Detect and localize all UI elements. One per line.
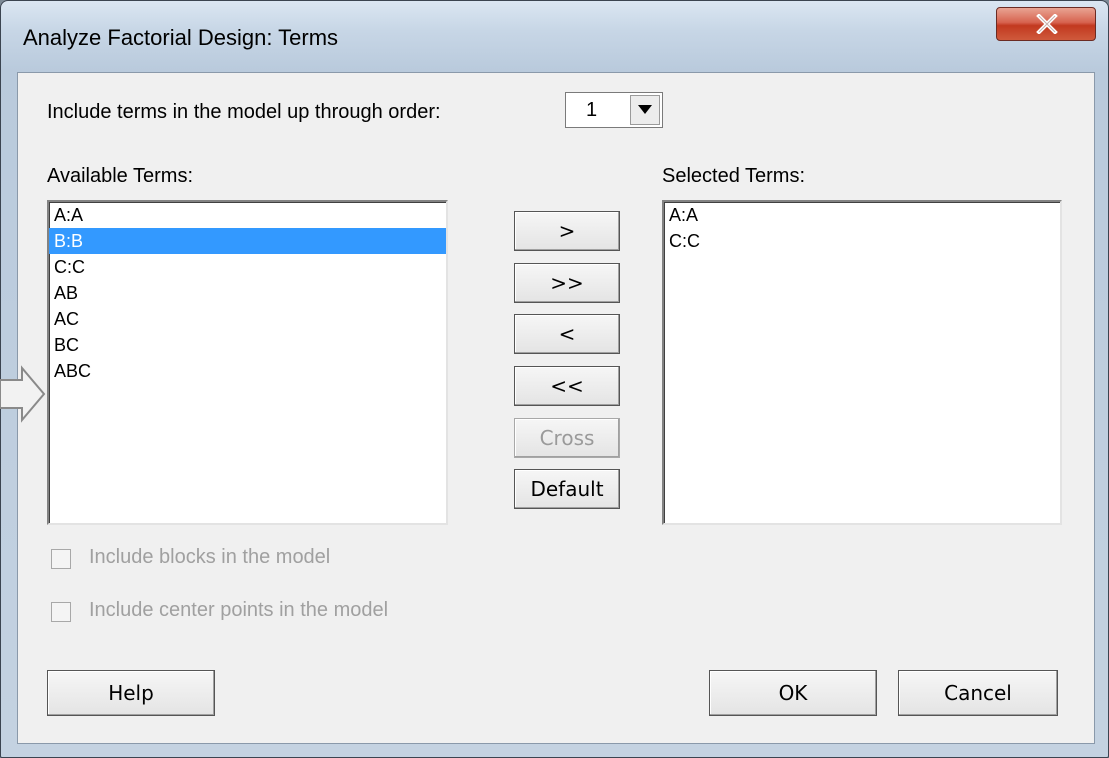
- default-button[interactable]: Default: [514, 469, 620, 509]
- list-item-selected[interactable]: B:B: [49, 228, 446, 254]
- selected-terms-list[interactable]: A:A C:C: [662, 200, 1062, 525]
- ok-button[interactable]: OK: [709, 670, 877, 716]
- include-center-points-checkbox[interactable]: [51, 602, 71, 622]
- available-terms-label: Available Terms:: [47, 165, 193, 187]
- close-button[interactable]: [996, 7, 1096, 41]
- list-item[interactable]: C:C: [49, 254, 446, 280]
- window-title: Analyze Factorial Design: Terms: [23, 25, 339, 50]
- help-button[interactable]: Help: [47, 670, 215, 716]
- order-value: 1: [586, 99, 598, 121]
- order-label: Include terms in the model up through or…: [47, 101, 441, 123]
- close-icon: [1036, 14, 1058, 34]
- order-dropdown-button[interactable]: [630, 95, 660, 125]
- include-center-points-label: Include center points in the model: [89, 599, 389, 621]
- list-item[interactable]: BC: [49, 332, 446, 358]
- title-bar[interactable]: Analyze Factorial Design: Terms: [1, 1, 1108, 71]
- list-item[interactable]: A:A: [49, 202, 446, 228]
- cross-button[interactable]: Cross: [514, 418, 620, 458]
- list-item[interactable]: C:C: [664, 228, 1060, 254]
- order-dropdown[interactable]: 1: [565, 92, 663, 128]
- chevron-down-icon: [638, 105, 652, 114]
- list-item[interactable]: ABC: [49, 358, 446, 384]
- remove-term-button[interactable]: <: [514, 314, 620, 354]
- include-blocks-checkbox[interactable]: [51, 549, 71, 569]
- available-terms-list[interactable]: A:A B:B C:C AB AC BC ABC: [47, 200, 448, 525]
- add-all-terms-button[interactable]: >>: [514, 263, 620, 303]
- list-item[interactable]: AB: [49, 280, 446, 306]
- list-item[interactable]: A:A: [664, 202, 1060, 228]
- include-blocks-label: Include blocks in the model: [89, 546, 331, 568]
- add-term-button[interactable]: >: [514, 211, 620, 251]
- remove-all-terms-button[interactable]: <<: [514, 366, 620, 406]
- pointer-arrow-icon: [0, 365, 46, 423]
- cancel-button[interactable]: Cancel: [898, 670, 1058, 716]
- list-item[interactable]: AC: [49, 306, 446, 332]
- selected-terms-label: Selected Terms:: [662, 165, 806, 187]
